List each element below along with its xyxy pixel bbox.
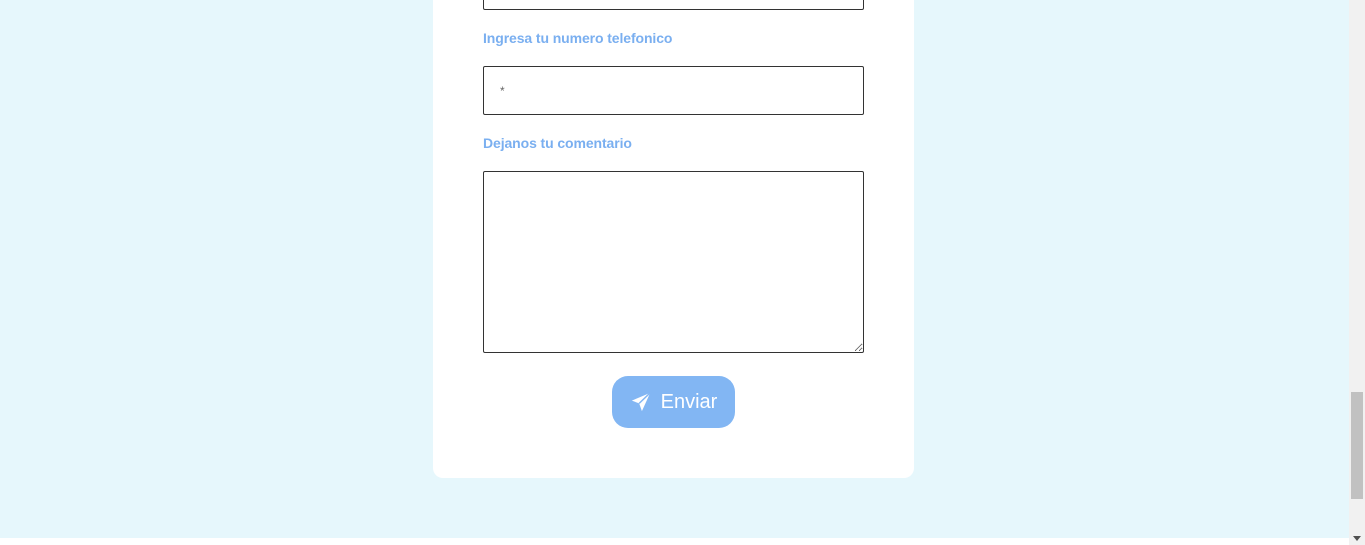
- send-button-label: Enviar: [660, 390, 718, 413]
- send-button[interactable]: Enviar: [612, 376, 735, 428]
- page-bottom-edge: [0, 538, 1349, 545]
- comment-textarea[interactable]: [483, 171, 864, 353]
- previous-input-field[interactable]: [483, 0, 864, 10]
- paper-plane-icon: [630, 391, 652, 413]
- vertical-scrollbar[interactable]: [1349, 0, 1365, 545]
- comment-label: Dejanos tu comentario: [483, 135, 632, 151]
- scrollbar-thumb[interactable]: [1351, 392, 1363, 499]
- phone-label: Ingresa tu numero telefonico: [483, 30, 673, 46]
- scroll-down-arrow-icon[interactable]: [1353, 536, 1361, 541]
- page-viewport: Ingresa tu numero telefonico Dejanos tu …: [0, 0, 1349, 538]
- phone-input[interactable]: [483, 66, 864, 115]
- page: Ingresa tu numero telefonico Dejanos tu …: [0, 0, 1365, 545]
